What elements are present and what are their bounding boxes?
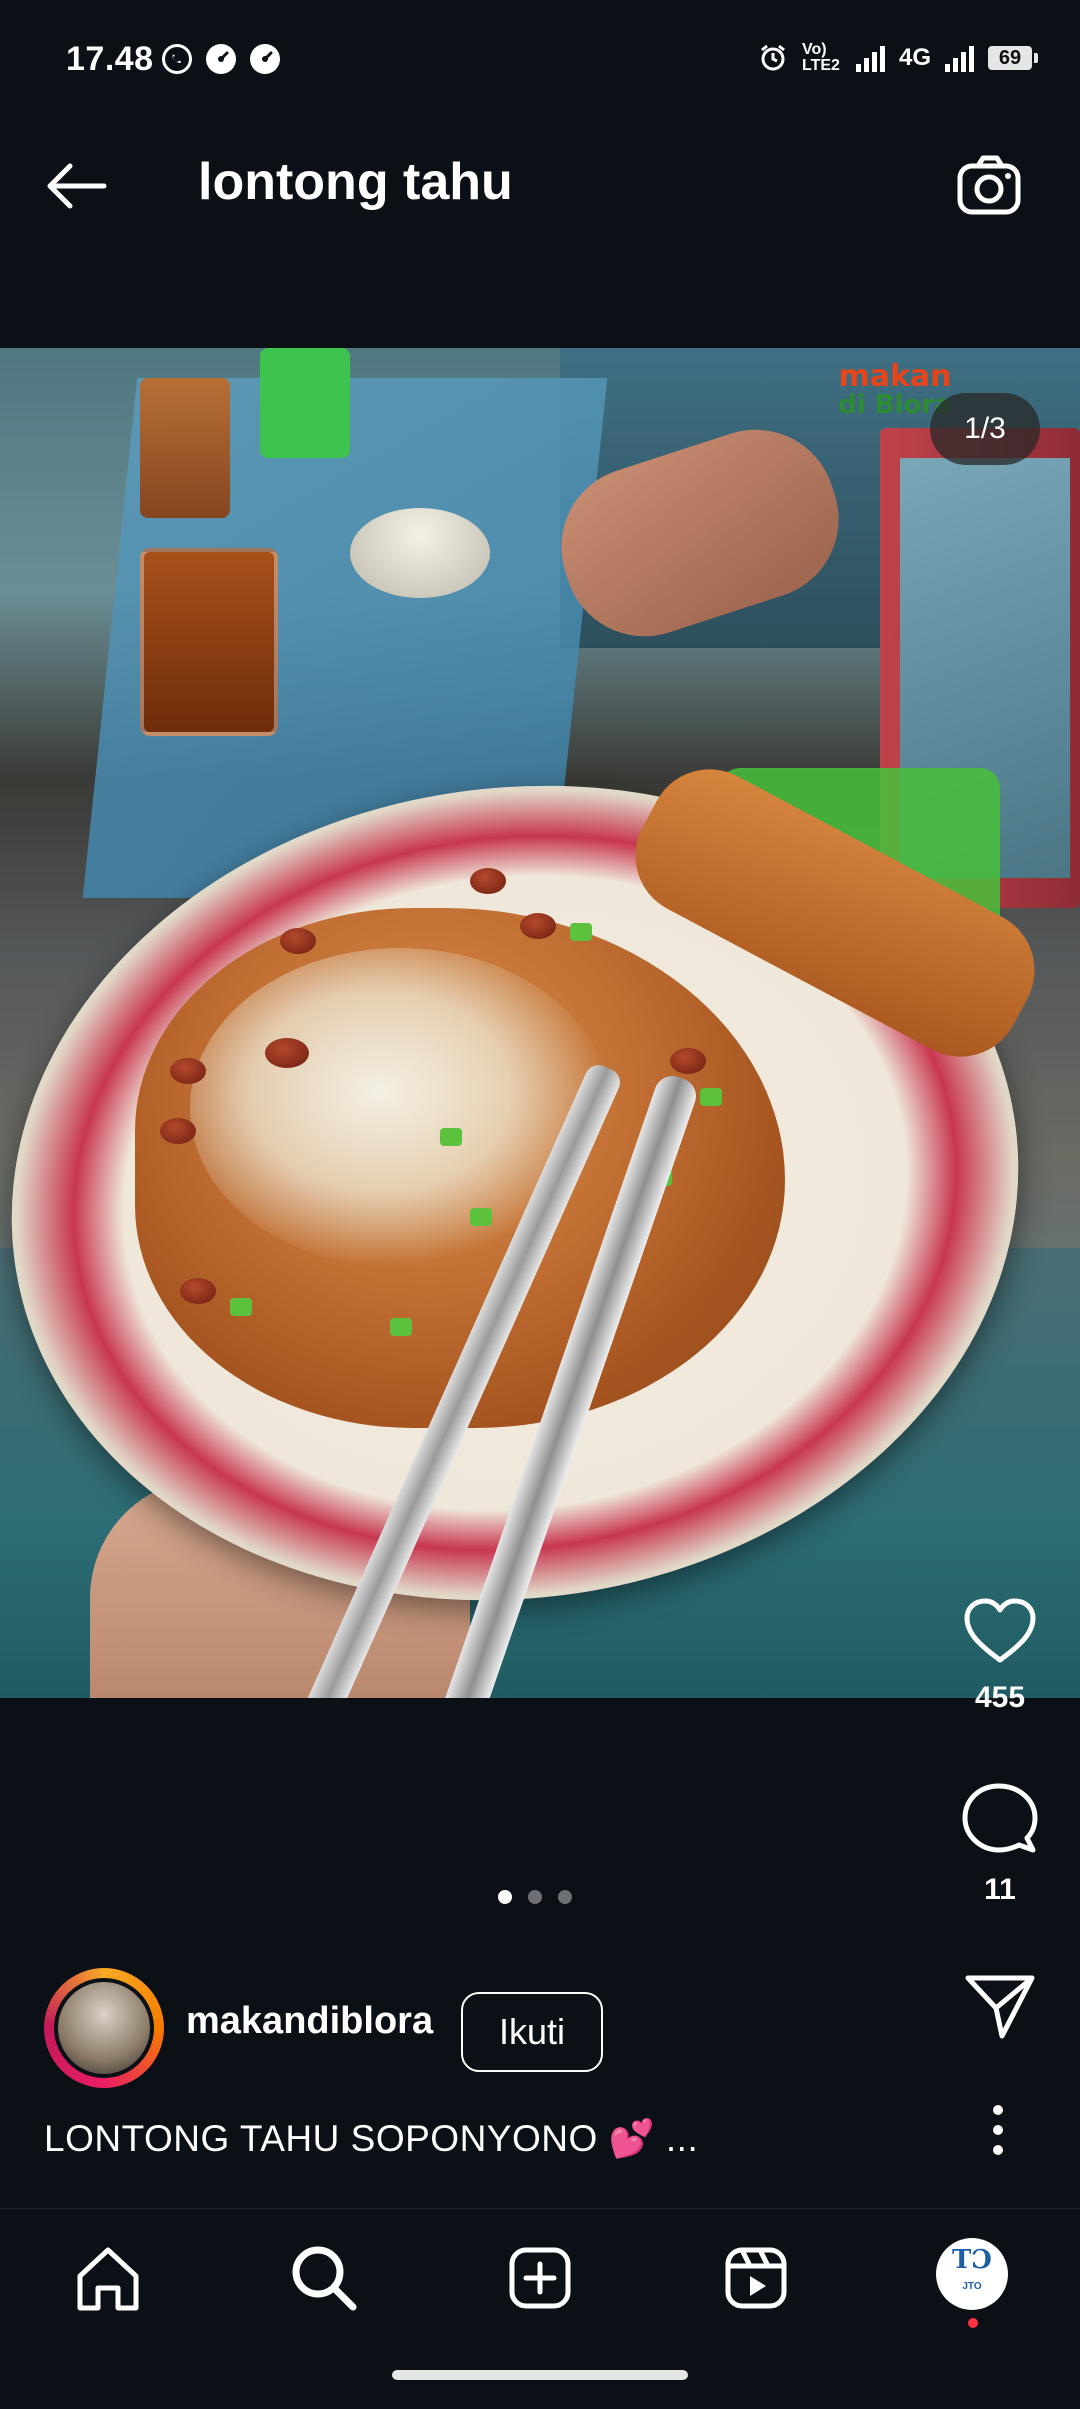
- comment-bubble-icon[interactable]: [961, 1780, 1039, 1858]
- whatsapp-icon: [162, 44, 192, 74]
- peanut: [180, 1278, 216, 1304]
- like-count[interactable]: 455: [955, 1681, 1045, 1715]
- image-counter-badge: 1/3: [930, 393, 1040, 465]
- scallion: [570, 923, 592, 941]
- page-title: lontong tahu: [198, 153, 513, 211]
- watermark-line1: makan: [838, 359, 952, 394]
- nav-reels[interactable]: [716, 2238, 796, 2318]
- share-action[interactable]: [955, 1972, 1045, 2047]
- peanut: [520, 913, 556, 939]
- profile-sub: JTO: [962, 2281, 982, 2292]
- peanut: [265, 1038, 309, 1068]
- peanut: [670, 1048, 706, 1074]
- author-username[interactable]: makandiblora: [186, 2000, 433, 2043]
- nav-create[interactable]: [500, 2238, 580, 2318]
- comment-count[interactable]: 11: [955, 1873, 1045, 1907]
- home-indicator[interactable]: [392, 2370, 688, 2380]
- profile-initials: TƆ: [951, 2245, 993, 2275]
- scallion: [440, 1128, 462, 1146]
- author-avatar[interactable]: [54, 1978, 154, 2078]
- peanut: [170, 1058, 206, 1084]
- send-icon[interactable]: [962, 1972, 1038, 2042]
- battery-icon: 69: [988, 46, 1038, 70]
- caption-more[interactable]: ...: [666, 2118, 698, 2159]
- arrow-left-icon: [47, 163, 107, 209]
- camera-icon: [957, 155, 1021, 215]
- back-button[interactable]: [40, 150, 112, 222]
- peanut: [470, 868, 506, 894]
- carousel-dot-2[interactable]: [528, 1890, 542, 1904]
- photo-bottle: [260, 348, 350, 458]
- nav-search[interactable]: [284, 2238, 364, 2318]
- post-photo[interactable]: [0, 348, 1080, 1698]
- photo-tea-glass: [140, 378, 230, 518]
- status-notification-icons: [162, 44, 280, 74]
- carousel-dot-3[interactable]: [558, 1890, 572, 1904]
- status-system-icons: Vo) LTE2 4G 69: [758, 41, 1038, 74]
- signal-icon-2: [945, 44, 974, 72]
- add-post-icon: [509, 2247, 571, 2309]
- scallion: [470, 1208, 492, 1226]
- comment-action: 11: [955, 1780, 1045, 1907]
- status-time: 17.48: [66, 40, 154, 78]
- profile-notification-dot: [968, 2318, 978, 2328]
- volte-label: Vo) LTE2: [801, 41, 840, 74]
- reels-icon: [725, 2247, 787, 2309]
- photo-tea-glass-2: [140, 548, 278, 736]
- alarm-icon: [761, 44, 785, 71]
- scallion: [230, 1298, 252, 1316]
- caption-text: LONTONG TAHU SOPONYONO: [44, 2118, 598, 2159]
- photo-bowl: [350, 508, 490, 598]
- carousel-dot-1[interactable]: [498, 1890, 512, 1904]
- peanut: [280, 928, 316, 954]
- more-options-button[interactable]: [980, 2100, 1016, 2160]
- caption-emoji: 💕: [608, 2118, 656, 2159]
- search-icon: [292, 2246, 357, 2311]
- scallion: [390, 1318, 412, 1336]
- signal-icon: [855, 44, 885, 72]
- post-caption[interactable]: LONTONG TAHU SOPONYONO 💕 ...: [44, 2118, 698, 2161]
- more-vertical-icon: [993, 2105, 1003, 2155]
- scallion: [700, 1088, 722, 1106]
- nav-home[interactable]: [68, 2238, 148, 2318]
- nav-profile[interactable]: TƆ JTO: [936, 2238, 1008, 2310]
- speed-gauge-icon: [206, 44, 236, 74]
- header: [0, 100, 1080, 270]
- home-icon: [77, 2247, 139, 2311]
- network-type: 4G: [898, 44, 931, 71]
- carousel-dots: [498, 1890, 572, 1904]
- like-action: 455: [955, 1596, 1045, 1715]
- peanut: [160, 1118, 196, 1144]
- camera-button[interactable]: [952, 148, 1028, 224]
- follow-button[interactable]: Ikuti: [461, 1992, 603, 2072]
- heart-icon[interactable]: [961, 1596, 1039, 1666]
- speed-gauge-icon-2: [250, 44, 280, 74]
